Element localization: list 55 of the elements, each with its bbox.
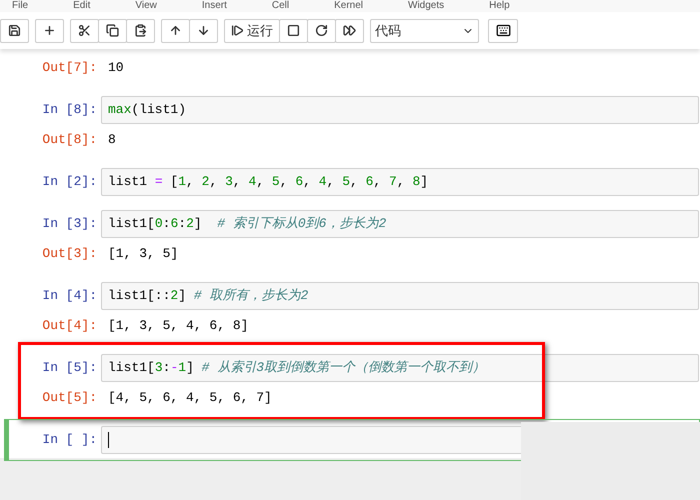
input-prompt: In [8]: <box>41 101 98 120</box>
text-cursor <box>108 432 109 448</box>
menu-item[interactable]: Help <box>489 0 510 12</box>
menu-item[interactable]: Cell <box>272 0 290 12</box>
toolbar-button[interactable] <box>189 18 218 42</box>
toolbar-button[interactable] <box>35 18 64 42</box>
toolbar-button[interactable] <box>70 18 99 42</box>
menu-item[interactable]: Edit <box>73 0 90 12</box>
menu-item[interactable]: Widgets <box>408 0 444 12</box>
toolbar-button[interactable] <box>307 18 336 42</box>
keyboard-button[interactable] <box>488 18 518 42</box>
output-prompt: Out[3]: <box>41 245 98 264</box>
scissors-icon <box>78 24 91 37</box>
step-forward-icon <box>231 24 244 37</box>
output-prompt: Out[4]: <box>41 317 98 336</box>
toolbar-button[interactable] <box>0 18 29 42</box>
keyboard-icon <box>496 23 510 38</box>
arrow-up-icon <box>169 24 182 37</box>
output-prompt: Out[7]: <box>41 59 98 78</box>
code-input[interactable]: max(list1) <box>101 96 699 124</box>
output-text: 8 <box>107 131 117 150</box>
toolbar-button[interactable] <box>279 18 308 42</box>
toolbar-button[interactable] <box>126 18 155 42</box>
menu-item[interactable]: Insert <box>202 0 227 12</box>
output-prompt: Out[8]: <box>41 131 98 150</box>
output-text: 10 <box>107 59 125 78</box>
cell-type-select[interactable]: 代码 <box>370 18 479 42</box>
output-text: [4, 5, 6, 4, 5, 6, 7] <box>107 389 273 408</box>
code-input[interactable]: list1[0:6:2] # 索引下标从0到6，步长为2 <box>101 210 699 238</box>
code-input[interactable]: list1[::2] # 取所有，步长为2 <box>101 282 699 310</box>
output-prompt: Out[5]: <box>41 389 98 408</box>
toolbar-button[interactable] <box>98 18 127 42</box>
input-prompt: In [3]: <box>41 215 98 234</box>
restart-icon <box>315 24 328 37</box>
arrow-down-icon <box>197 24 210 37</box>
menu-item[interactable]: Kernel <box>334 0 364 12</box>
toolbar-button[interactable] <box>335 18 364 42</box>
menu-item[interactable]: File <box>12 0 28 12</box>
menu-item[interactable]: View <box>135 0 157 12</box>
input-prompt: In [5]: <box>41 359 98 378</box>
code-input[interactable]: list1[3:-1] # 从索引3取到倒数第一个（倒数第一个取不到） <box>101 354 699 382</box>
fast-forward-icon <box>343 24 356 37</box>
input-prompt: In [2]: <box>41 173 98 192</box>
output-text: [1, 3, 5, 4, 6, 8] <box>107 317 250 336</box>
plus-icon <box>43 24 56 37</box>
stop-icon <box>287 24 300 37</box>
code-input[interactable]: list1 = [1, 2, 3, 4, 5, 6, 4, 5, 6, 7, 8] <box>101 168 699 196</box>
copy-icon <box>106 24 119 37</box>
paste-icon <box>134 24 147 37</box>
input-prompt: In [4]: <box>41 287 98 306</box>
output-text: [1, 3, 5] <box>107 245 180 264</box>
toolbar-button[interactable] <box>161 18 190 42</box>
input-prompt: In [ ]: <box>41 431 98 450</box>
toolbar-button[interactable]: 运行 <box>224 18 280 42</box>
save-icon <box>8 24 21 37</box>
